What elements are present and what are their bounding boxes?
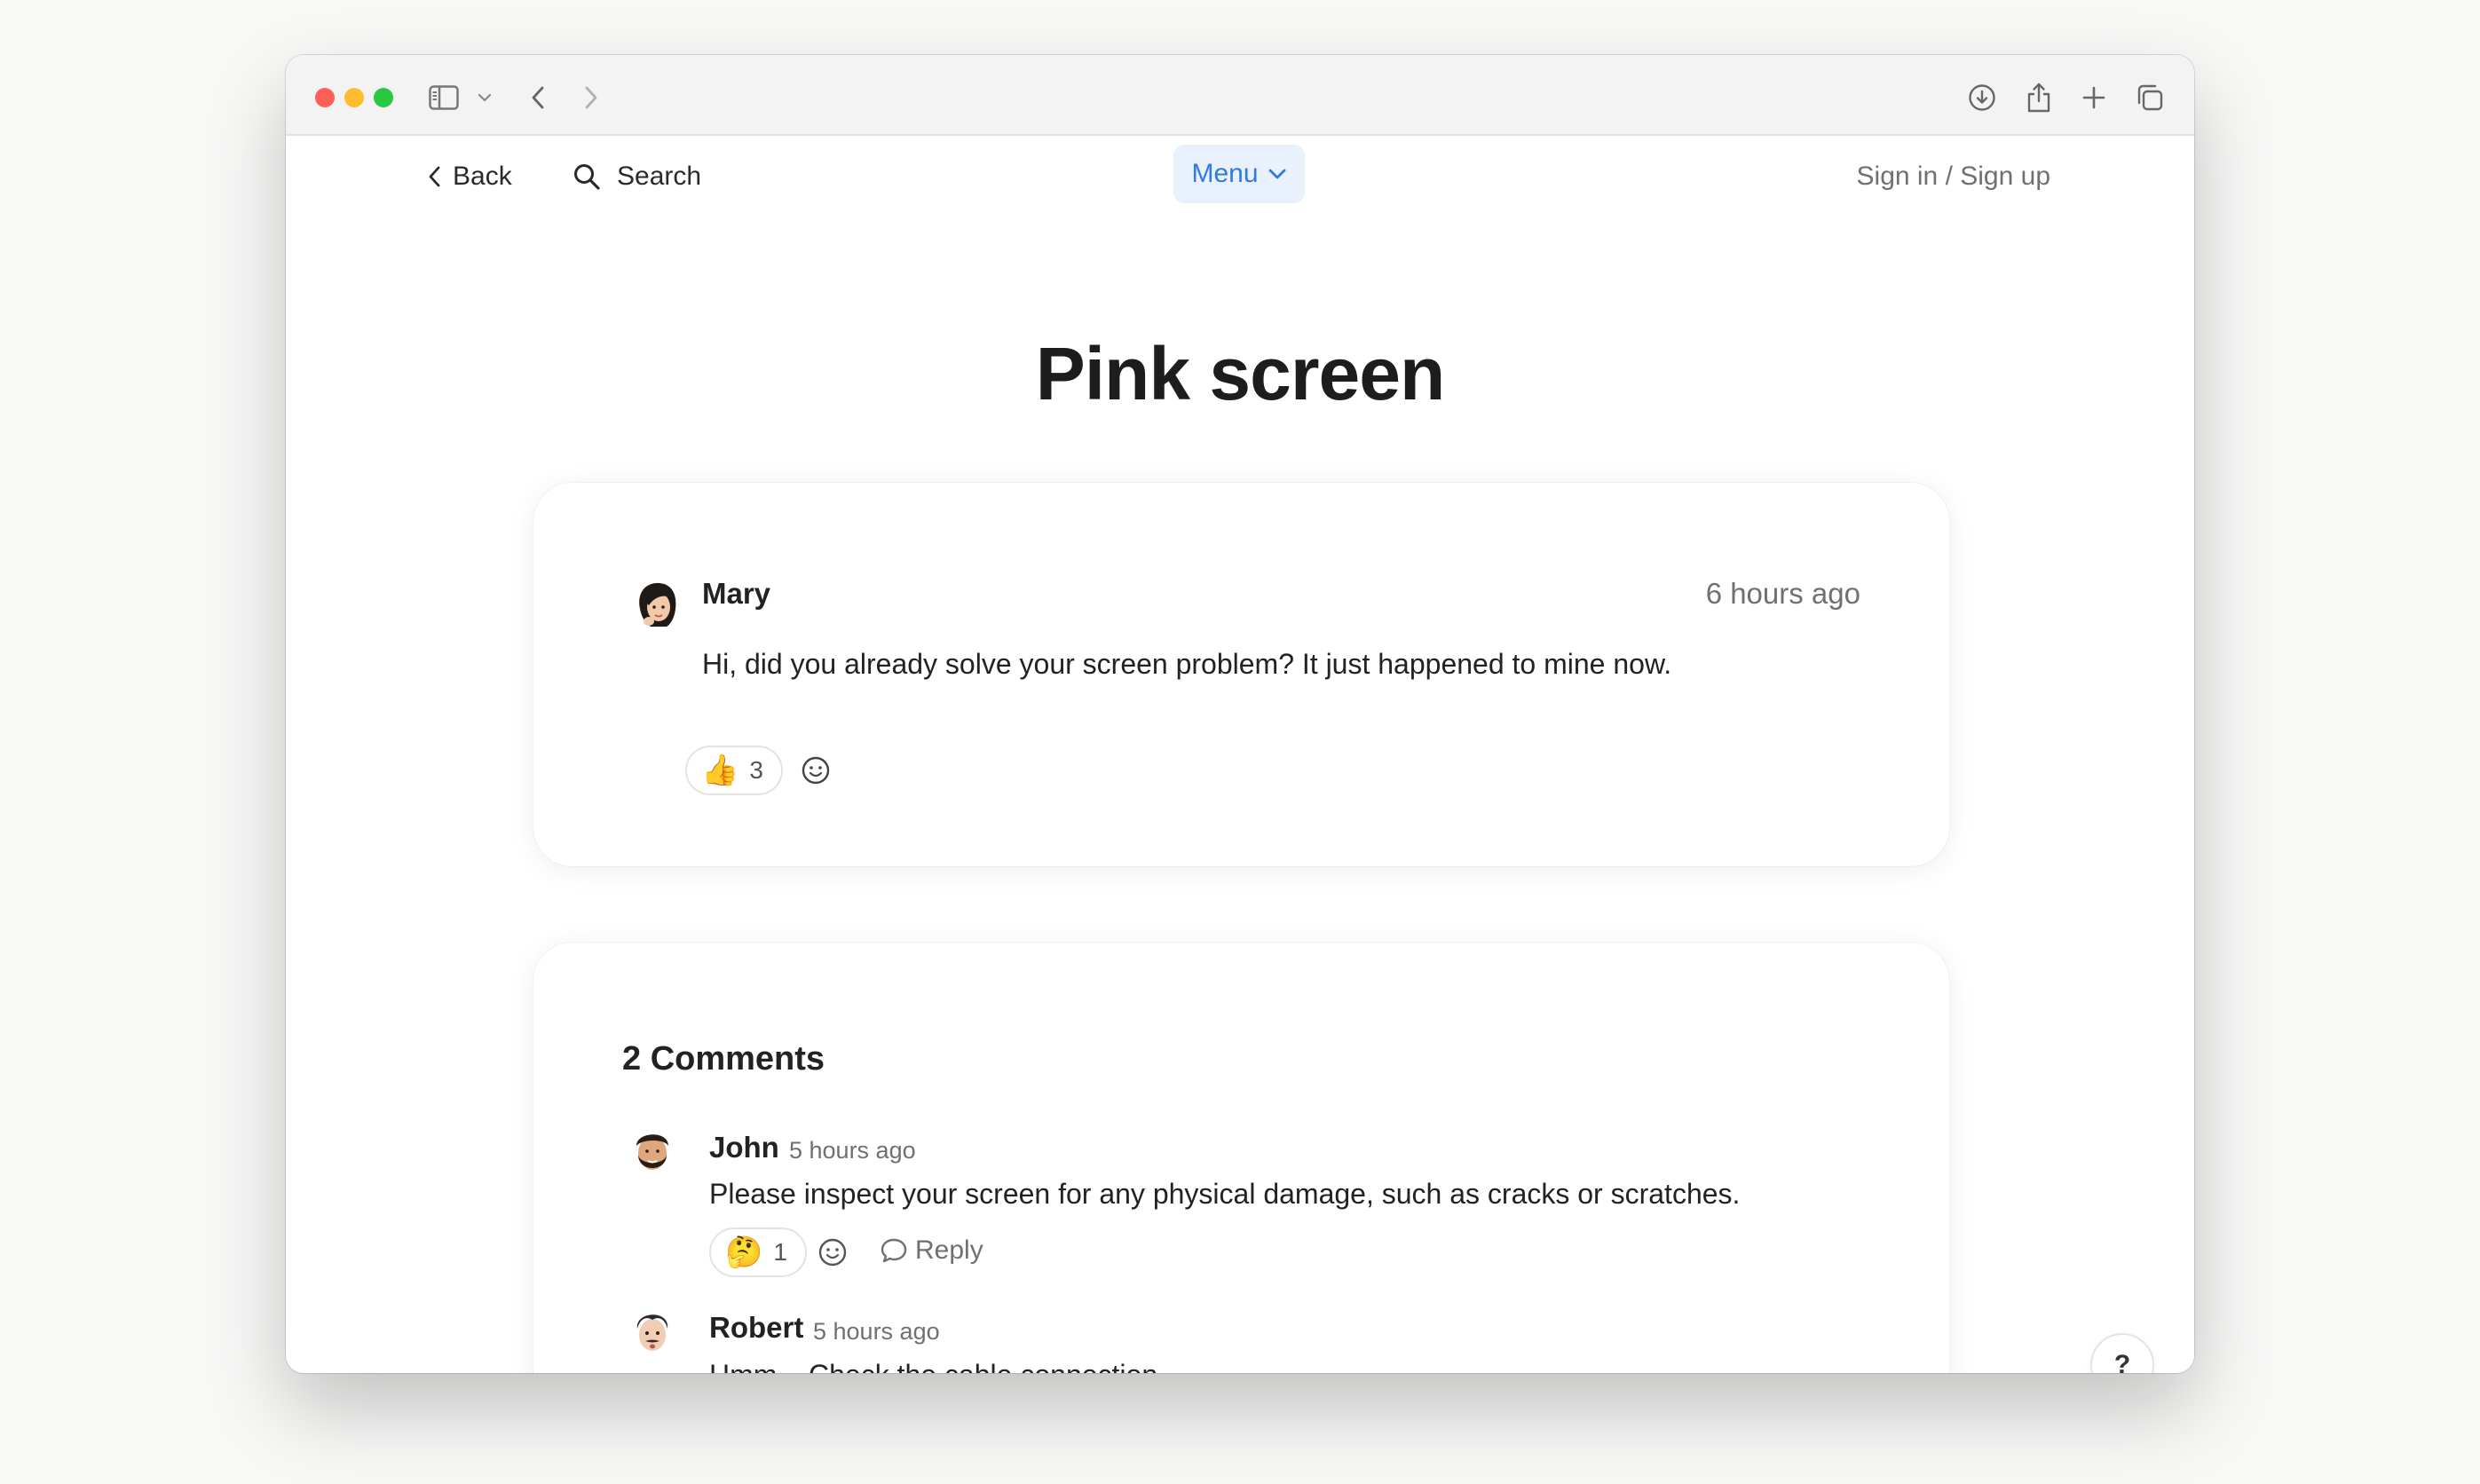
chevron-left-icon <box>429 166 440 187</box>
thumbs-up-icon: 👍 <box>701 753 739 788</box>
close-window-button[interactable] <box>315 88 335 107</box>
comment-body: Please inspect your screen for any physi… <box>709 1178 1741 1210</box>
reply-button[interactable]: Reply <box>880 1235 983 1266</box>
post-author[interactable]: Mary <box>702 577 770 611</box>
avatar-robert <box>636 1314 668 1351</box>
comments-card: 2 Comments John 5 hours ago Please inspe… <box>533 943 1949 1373</box>
thinking-face-icon: 🤔 <box>725 1235 763 1270</box>
comment-body: Hmm... Check the cable connection <box>709 1359 1157 1373</box>
browser-forward-icon[interactable] <box>579 78 604 117</box>
sidebar-toggle-icon[interactable] <box>428 78 460 117</box>
reaction-count: 3 <box>749 756 763 784</box>
browser-window: Back Search Menu Sign in / Sign up Pink … <box>286 55 2194 1373</box>
post-reaction-thumbs-up[interactable]: 👍 3 <box>685 746 783 795</box>
page-title: Pink screen <box>1035 332 1446 415</box>
page-content: Back Search Menu Sign in / Sign up Pink … <box>286 136 2194 1373</box>
help-button[interactable]: ? <box>2090 1333 2154 1373</box>
menu-button[interactable]: Menu <box>1173 145 1305 203</box>
zoom-window-button[interactable] <box>374 88 393 107</box>
search-icon <box>574 164 600 190</box>
comment-reaction-thinking[interactable]: 🤔 1 <box>709 1227 807 1277</box>
comment-author[interactable]: John <box>709 1131 779 1164</box>
comment-author[interactable]: Robert <box>709 1311 803 1345</box>
download-icon[interactable] <box>1967 78 1997 117</box>
reaction-count: 1 <box>773 1238 787 1266</box>
comment-timestamp: 5 hours ago <box>789 1137 916 1164</box>
add-reaction-icon[interactable] <box>817 1237 848 1267</box>
post-card: Mary 6 hours ago Hi, did you already sol… <box>533 483 1949 866</box>
share-icon[interactable] <box>2024 78 2054 117</box>
back-link[interactable]: Back <box>428 154 512 200</box>
chevron-down-icon <box>1268 169 1285 179</box>
comment-timestamp: 5 hours ago <box>813 1318 940 1345</box>
tab-overview-icon[interactable] <box>2134 78 2166 117</box>
minimize-window-button[interactable] <box>344 88 364 107</box>
post-body: Hi, did you already solve your screen pr… <box>702 648 1672 680</box>
search-label: Search <box>617 162 702 191</box>
sign-in-link[interactable]: Sign in / Sign up <box>1857 154 2050 200</box>
menu-label: Menu <box>1191 159 1259 188</box>
speech-bubble-icon <box>881 1238 907 1263</box>
add-reaction-icon[interactable] <box>801 755 831 785</box>
chevron-down-icon[interactable] <box>476 78 494 117</box>
browser-toolbar <box>286 55 2194 136</box>
back-label: Back <box>453 162 512 191</box>
search-link[interactable]: Search <box>573 154 701 200</box>
post-timestamp: 6 hours ago <box>1705 577 1860 610</box>
new-tab-icon[interactable] <box>2079 78 2109 117</box>
browser-back-icon[interactable] <box>525 78 550 117</box>
reply-label: Reply <box>915 1235 983 1265</box>
comments-count-heading: 2 Comments <box>622 1040 825 1077</box>
avatar-john <box>636 1134 668 1170</box>
avatar-mary <box>639 582 676 627</box>
